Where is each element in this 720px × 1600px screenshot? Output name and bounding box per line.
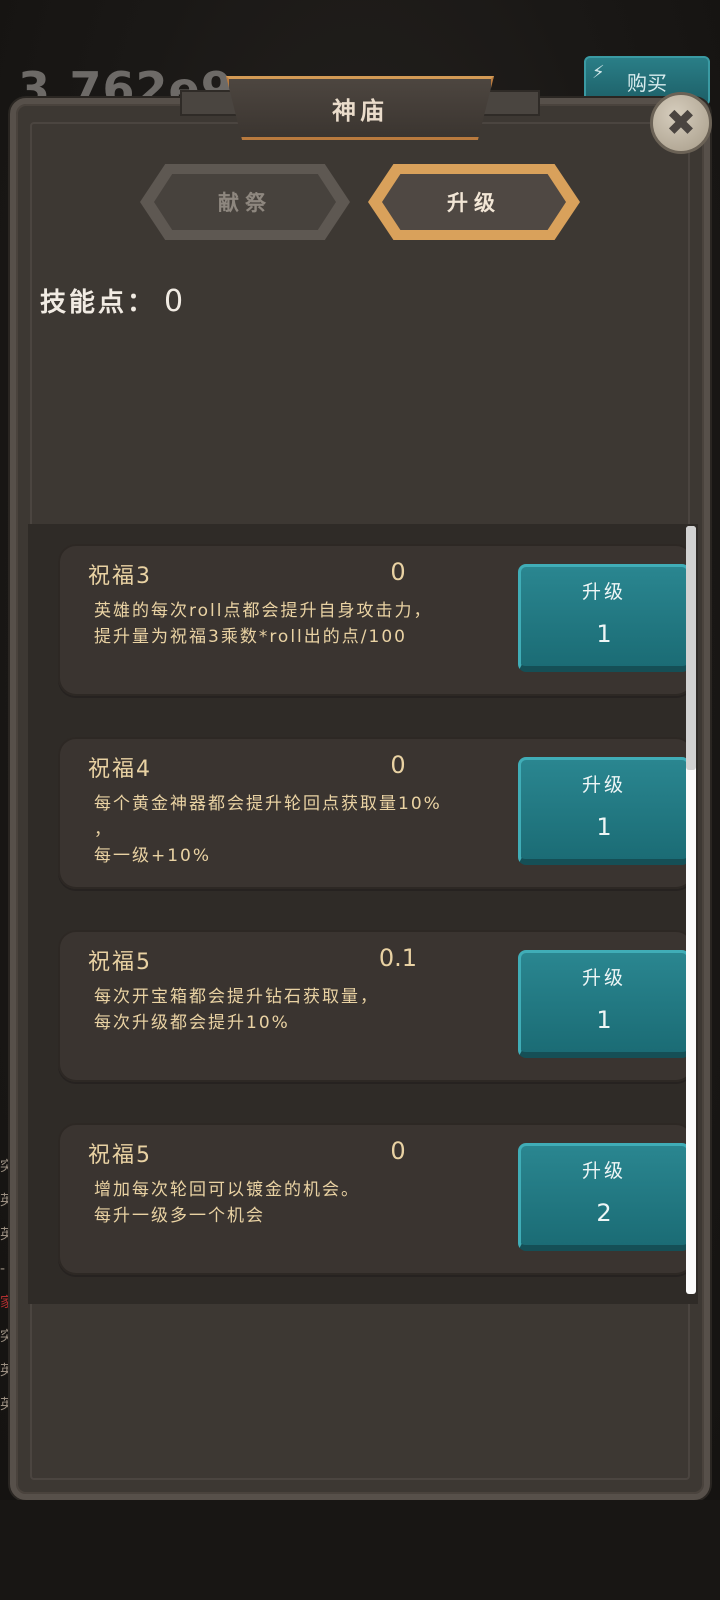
upgrade-button[interactable]: 升级 1 [518,757,690,865]
skill-points: 技能点： 0 [40,282,183,319]
upgrade-button[interactable]: 升级 2 [518,1143,690,1251]
close-button[interactable]: ✖ [650,92,712,154]
blessing-name: 祝福4 [88,757,152,782]
blessing-description: 英雄的每次roll点都会提升自身攻击力， 提升量为祝福3乘数*roll出的点/1… [94,601,433,647]
blessing-value: 0 [390,1137,406,1165]
blessing-card: 祝福3 0 英雄的每次roll点都会提升自身攻击力， 提升量为祝福3乘数*rol… [58,544,694,696]
blessing-name: 祝福5 [88,950,152,975]
bottom-background [0,1500,720,1600]
blessing-card: 祝福5 0.1 每次开宝箱都会提升钻石获取量， 每次升级都会提升10% 升级 1 [58,930,694,1082]
blessing-value: 0 [390,751,406,779]
close-icon: ✖ [665,102,697,144]
blessing-value: 0.1 [378,944,418,972]
panel-title: 神庙 [332,96,388,125]
blessing-description: 每次开宝箱都会提升钻石获取量， 每次升级都会提升10% [94,987,379,1033]
upgrade-button-label: 升级 [581,774,626,796]
upgrade-cost: 1 [596,620,612,648]
scrollbar-thumb[interactable] [686,526,696,770]
upgrade-button[interactable]: 升级 1 [518,564,690,672]
tab-offer-label: 献祭 [218,191,272,215]
upgrade-button-label: 升级 [581,581,626,603]
skill-points-label: 技能点： [40,288,157,318]
tab-upgrade[interactable]: 升级 [368,164,580,240]
blessing-card: 祝福4 0 每个黄金神器都会提升轮回点获取量10% ， 每一级+10% 升级 1 [58,737,694,889]
blessing-name: 祝福3 [88,564,152,589]
blessing-description: 增加每次轮回可以镀金的机会。 每升一级多一个机会 [94,1180,360,1226]
screen: 3,762e9 ⚡ 购买 突 英 英 - 家 突 英 英 神庙 ✖ 献祭 升级 … [0,0,720,1600]
blessing-description: 每个黄金神器都会提升轮回点获取量10% ， 每一级+10% [94,794,442,866]
tab-upgrade-label: 升级 [447,191,501,215]
upgrade-button[interactable]: 升级 1 [518,950,690,1058]
blessing-card: 祝福5 0 增加每次轮回可以镀金的机会。 每升一级多一个机会 升级 2 [58,1123,694,1275]
buy-button-label: 购买 [627,70,667,95]
upgrade-cost: 1 [596,1006,612,1034]
skill-points-value: 0 [164,284,184,319]
upgrade-cost: 1 [596,813,612,841]
blessing-list[interactable]: 祝福3 0 英雄的每次roll点都会提升自身攻击力， 提升量为祝福3乘数*rol… [28,524,698,1304]
lightning-icon: ⚡ [592,62,605,83]
title-plate: 神庙 [226,76,494,140]
upgrade-button-label: 升级 [581,967,626,989]
tab-offer[interactable]: 献祭 [140,164,350,240]
blessing-name: 祝福5 [88,1143,152,1168]
upgrade-cost: 2 [596,1199,612,1227]
upgrade-button-label: 升级 [581,1160,626,1182]
blessing-value: 0 [390,558,406,586]
